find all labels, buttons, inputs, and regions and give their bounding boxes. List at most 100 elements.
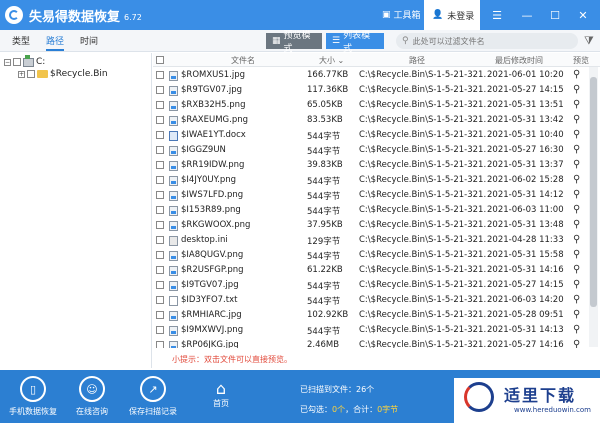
drive-checkbox[interactable] [13,58,21,66]
tab-time[interactable]: 时间 [80,34,98,47]
table-row[interactable]: $RMHIARC.jpg 102.92KB C:\$Recycle.Bin\S-1-… [153,308,600,323]
scrollbar-thumb[interactable] [590,77,597,307]
row-checkbox[interactable] [156,86,164,94]
row-checkbox[interactable] [156,251,164,259]
online-consult-button[interactable]: ☺ 在线咨询 [72,376,112,417]
row-checkbox[interactable] [156,176,164,184]
preview-search-icon[interactable]: ⚲ [573,219,580,230]
preview-search-icon[interactable]: ⚲ [573,279,580,290]
folder-checkbox[interactable] [27,70,35,78]
preview-search-icon[interactable]: ⚲ [573,249,580,260]
file-path: C:\$Recycle.Bin\S-1-5-21-321... [359,325,487,335]
toolbox-label: 工具箱 [393,11,421,21]
preview-search-icon[interactable]: ⚲ [573,114,580,125]
table-row[interactable]: $I153R89.png 544字节 C:\$Recycle.Bin\S-1-5-2… [153,203,600,218]
row-checkbox[interactable] [156,131,164,139]
row-checkbox[interactable] [156,101,164,109]
table-scrollbar[interactable] [589,67,598,347]
header-path[interactable]: 路径 [409,55,425,66]
preview-search-icon[interactable]: ⚲ [573,264,580,275]
row-checkbox[interactable] [156,221,164,229]
table-row[interactable]: $I9TGV07.jpg 544字节 C:\$Recycle.Bin\S-1-5-2… [153,278,600,293]
phone-recovery-button[interactable]: ▯ 手机数据恢复 [8,376,58,417]
row-checkbox[interactable] [156,206,164,214]
row-checkbox[interactable] [156,311,164,319]
row-checkbox[interactable] [156,341,164,348]
login-button[interactable]: 👤 未登录 [424,0,480,30]
select-all-checkbox[interactable] [156,56,164,64]
table-row[interactable]: $IWAE1YT.docx 544字节 C:\$Recycle.Bin\S-1-5-… [153,128,600,143]
tree-node-recycle-bin[interactable]: + $Recycle.Bin [18,69,108,79]
preview-search-icon[interactable]: ⚲ [573,339,580,348]
preview-search-icon[interactable]: ⚲ [573,189,580,200]
file-name: $I153R89.png [181,205,241,215]
minimize-icon[interactable]: — [520,8,534,22]
file-name: $R9TGV07.jpg [181,85,242,95]
header-size[interactable]: 大小 ⌄ [319,55,344,66]
maximize-icon[interactable]: ☐ [548,8,562,22]
file-name: $IGGZ9UN [181,145,226,155]
header-name[interactable]: 文件名 [231,55,255,66]
expand-icon[interactable]: + [18,70,25,78]
row-checkbox[interactable] [156,326,164,334]
file-icon [169,296,178,306]
table-row[interactable]: $I9MXWVJ.png 544字节 C:\$Recycle.Bin\S-1-5-2… [153,323,600,338]
header-time[interactable]: 最后修改时间 [495,55,543,66]
home-button[interactable]: ⌂ 首页 [206,380,236,409]
preview-search-icon[interactable]: ⚲ [573,144,580,155]
preview-search-icon[interactable]: ⚲ [573,204,580,215]
file-path: C:\$Recycle.Bin\S-1-5-21-321... [359,175,487,185]
preview-search-icon[interactable]: ⚲ [573,174,580,185]
table-row[interactable]: $R2USFGP.png 61.22KB C:\$Recycle.Bin\S-1-5… [153,263,600,278]
file-time: 2021-06-03 14:20 [487,295,564,305]
toolbox-button[interactable]: ▣ 工具箱 [382,8,421,22]
preview-search-icon[interactable]: ⚲ [573,294,580,305]
table-row[interactable]: desktop.ini 129字节 C:\$Recycle.Bin\S-1-5-21… [153,233,600,248]
table-row[interactable]: $I4JY0UY.png 544字节 C:\$Recycle.Bin\S-1-5-2… [153,173,600,188]
table-row[interactable]: $RR19IDW.png 39.83KB C:\$Recycle.Bin\S-1-5… [153,158,600,173]
file-size: 83.53KB [307,115,343,125]
table-row[interactable]: $RP06JKG.jpg 2.46MB C:\$Recycle.Bin\S-1-5-… [153,338,600,348]
file-path: C:\$Recycle.Bin\S-1-5-21-321... [359,205,487,215]
preview-mode-button[interactable]: ▦ 预览模式 [266,31,322,54]
table-row[interactable]: $IGGZ9UN 544字节 C:\$Recycle.Bin\S-1-5-21-32… [153,143,600,158]
menu-icon[interactable]: ☰ [490,8,504,22]
row-checkbox[interactable] [156,281,164,289]
file-size: 37.95KB [307,220,343,230]
table-row[interactable]: $ID3YFO7.txt 544字节 C:\$Recycle.Bin\S-1-5-2… [153,293,600,308]
preview-search-icon[interactable]: ⚲ [573,309,580,320]
table-row[interactable]: $RXB32H5.png 65.05KB C:\$Recycle.Bin\S-1-5… [153,98,600,113]
preview-search-icon[interactable]: ⚲ [573,129,580,140]
filter-input[interactable] [412,36,563,46]
row-checkbox[interactable] [156,236,164,244]
collapse-icon[interactable]: − [4,58,11,66]
table-row[interactable]: $ROMXUS1.jpg 166.77KB C:\$Recycle.Bin\S-1-… [153,68,600,83]
row-checkbox[interactable] [156,191,164,199]
preview-search-icon[interactable]: ⚲ [573,234,580,245]
table-row[interactable]: $R9TGV07.jpg 117.36KB C:\$Recycle.Bin\S-1-… [153,83,600,98]
tab-path[interactable]: 路径 [46,34,65,51]
row-checkbox[interactable] [156,71,164,79]
table-row[interactable]: $IA8QUGV.png 544字节 C:\$Recycle.Bin\S-1-5-2… [153,248,600,263]
save-scan-button[interactable]: ↗ 保存扫描记录 [126,376,180,417]
preview-search-icon[interactable]: ⚲ [573,159,580,170]
watermark: 适里下载 www.hereduowin.com [454,378,600,423]
row-checkbox[interactable] [156,266,164,274]
row-checkbox[interactable] [156,146,164,154]
preview-search-icon[interactable]: ⚲ [573,324,580,335]
table-row[interactable]: $RKGWOOX.png 37.95KB C:\$Recycle.Bin\S-1-5… [153,218,600,233]
preview-search-icon[interactable]: ⚲ [573,99,580,110]
preview-search-icon[interactable]: ⚲ [573,69,580,80]
row-checkbox[interactable] [156,161,164,169]
row-checkbox[interactable] [156,296,164,304]
file-name: $ID3YFO7.txt [181,295,238,305]
close-icon[interactable]: ✕ [576,8,590,22]
table-row[interactable]: $RAXEUMG.png 83.53KB C:\$Recycle.Bin\S-1-5… [153,113,600,128]
row-checkbox[interactable] [156,116,164,124]
tree-node-drive[interactable]: − C: [4,54,45,67]
preview-search-icon[interactable]: ⚲ [573,84,580,95]
table-row[interactable]: $IWS7LFD.png 544字节 C:\$Recycle.Bin\S-1-5-2… [153,188,600,203]
funnel-icon[interactable]: ⧩ [584,34,594,48]
list-mode-button[interactable]: ☰ 列表模式 [326,31,384,54]
tab-type[interactable]: 类型 [12,34,30,47]
